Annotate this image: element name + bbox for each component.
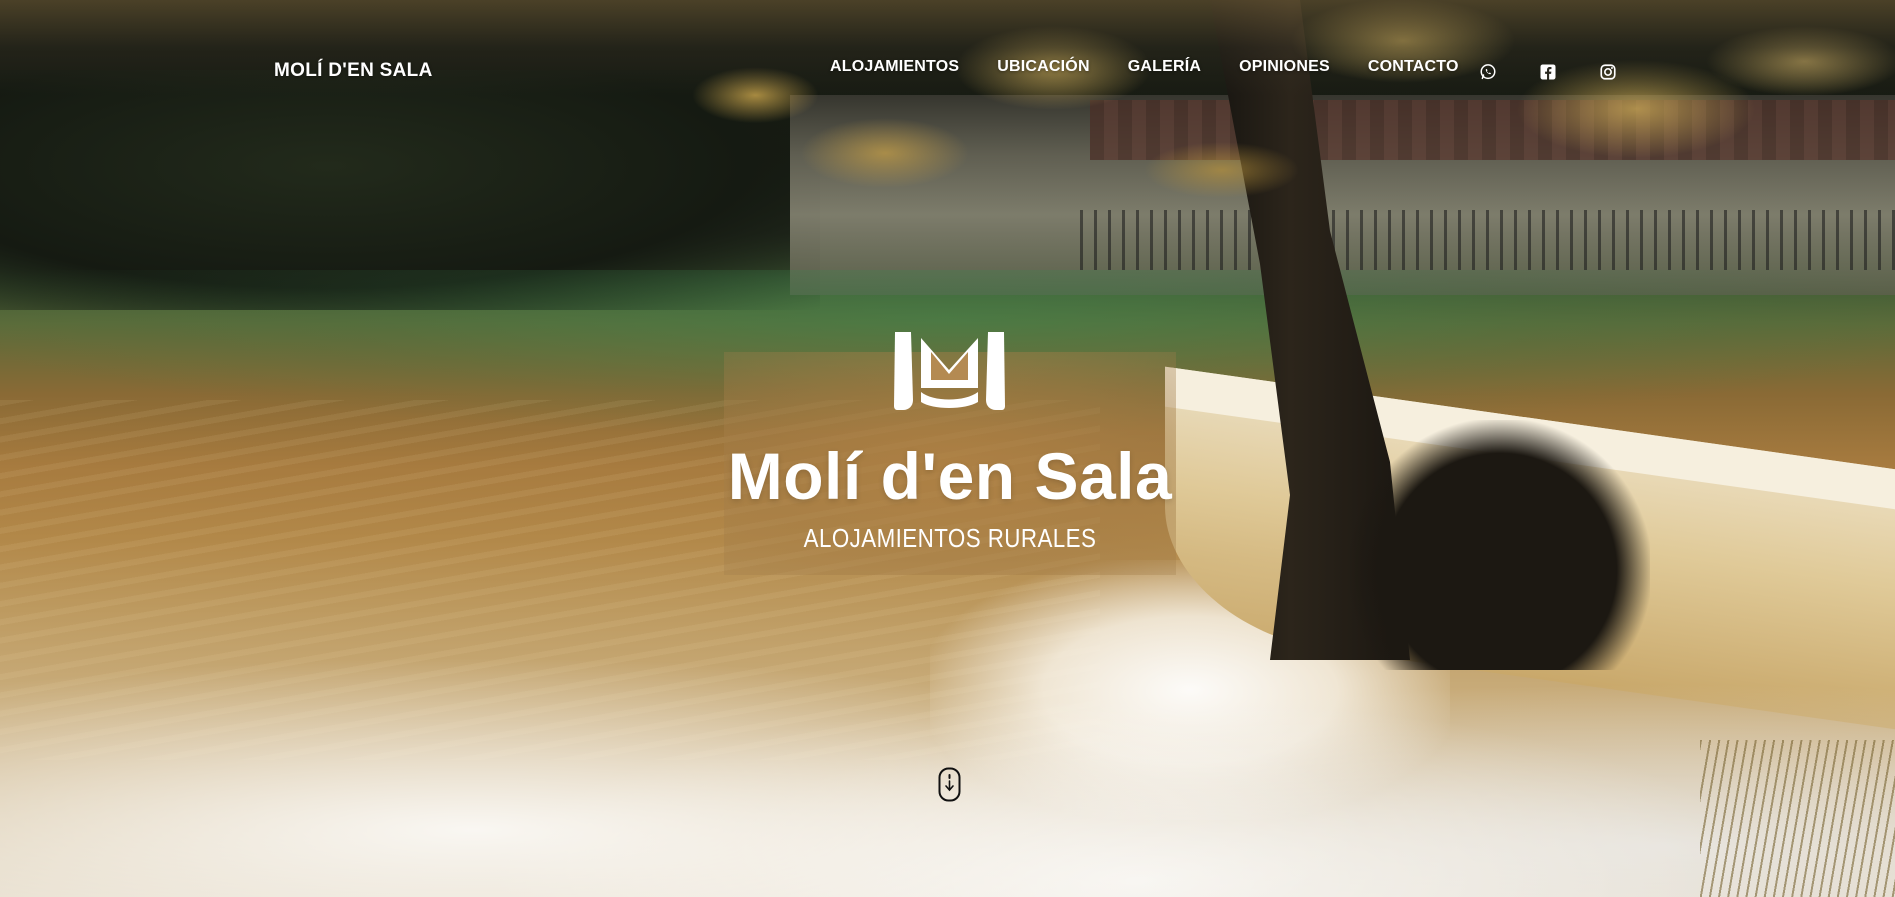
menu-item-alojamientos[interactable]: ALOJAMIENTOS: [830, 58, 959, 76]
menu-item-contacto[interactable]: CONTACTO: [1368, 58, 1459, 76]
main-menu: ALOJAMIENTOS UBICACIÓN GALERÍA OPINIONES…: [830, 58, 1497, 76]
top-navigation: MOLÍ D'EN SALA ALOJAMIENTOS UBICACIÓN GA…: [0, 0, 1895, 90]
brand-link[interactable]: MOLÍ D'EN SALA: [274, 60, 433, 82]
social-links: [1478, 62, 1618, 82]
instagram-icon[interactable]: [1598, 62, 1618, 82]
m-monogram-logo: [894, 332, 1005, 410]
whatsapp-icon[interactable]: [1478, 62, 1498, 82]
site-subtitle: ALOJAMIENTOS RURALES: [803, 523, 1097, 553]
menu-item-opiniones[interactable]: OPINIONES: [1239, 58, 1330, 76]
facebook-icon[interactable]: [1538, 62, 1558, 82]
scroll-mouse-icon[interactable]: [938, 767, 961, 802]
menu-item-ubicacion[interactable]: UBICACIÓN: [997, 58, 1089, 76]
menu-item-galeria[interactable]: GALERÍA: [1128, 58, 1201, 76]
site-title: Molí d'en Sala: [727, 439, 1173, 513]
